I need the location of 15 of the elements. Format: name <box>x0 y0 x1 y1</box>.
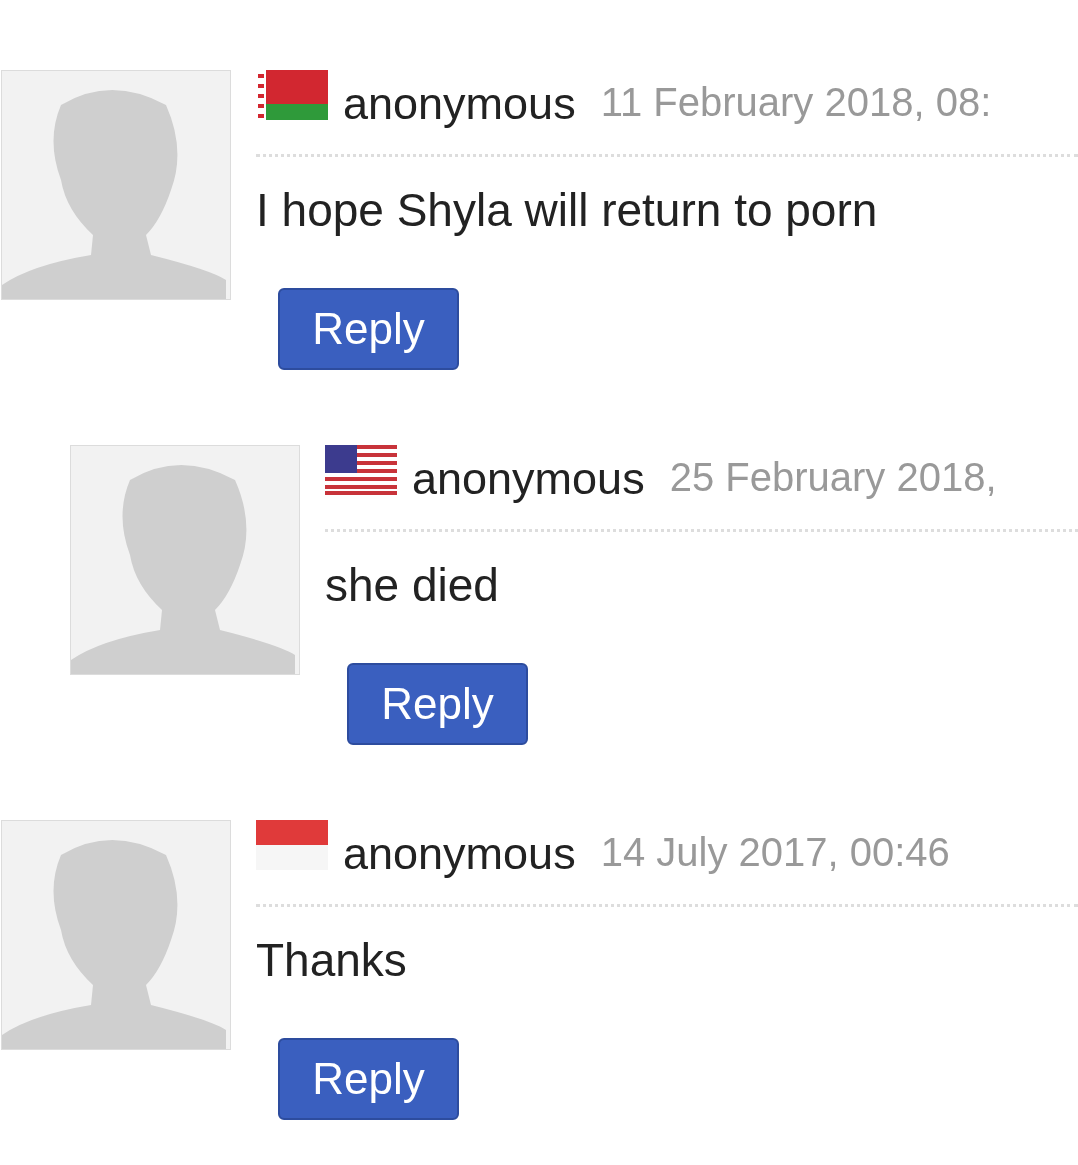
author-name: anonymous <box>412 456 645 501</box>
reply-button[interactable]: Reply <box>278 1038 459 1121</box>
reply-button[interactable]: Reply <box>347 663 528 746</box>
comment-date: 25 February 2018, <box>669 457 997 497</box>
comment-date: 14 July 2017, 00:46 <box>600 832 950 872</box>
avatar-silhouette-icon <box>1 820 231 1050</box>
reply-button[interactable]: Reply <box>278 288 459 371</box>
avatar-silhouette-icon <box>1 70 231 300</box>
comment-text: Thanks <box>256 933 407 988</box>
avatar-silhouette-icon <box>70 445 300 675</box>
comment-date: 11 February 2018, 08: <box>600 82 992 122</box>
author-name: anonymous <box>343 831 576 876</box>
author-name: anonymous <box>343 81 576 126</box>
comment-text: she died <box>325 558 499 613</box>
comment-text: I hope Shyla will return to porn <box>256 183 878 238</box>
